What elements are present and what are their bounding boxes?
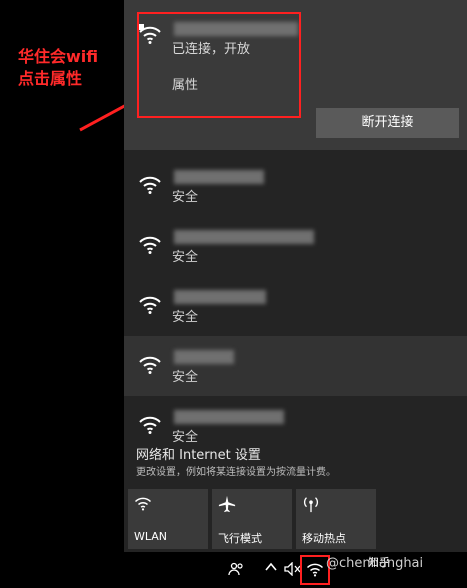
people-icon[interactable]	[228, 561, 244, 577]
tile-label: 飞行模式	[218, 532, 262, 545]
airplane-icon	[218, 495, 236, 513]
network-item[interactable]: 安全	[124, 276, 467, 336]
network-name-blurred	[174, 170, 264, 184]
security-label: 安全	[172, 310, 199, 325]
chevron-up-icon[interactable]	[264, 560, 278, 577]
tile-label: 移动热点	[302, 532, 346, 545]
wifi-icon	[139, 176, 161, 194]
network-item[interactable]: 安全	[124, 156, 467, 216]
wifi-icon	[139, 416, 161, 434]
watermark: @chenhanghai	[326, 556, 424, 571]
quick-action-hotspot[interactable]: 移动热点	[296, 489, 376, 549]
security-label: 安全	[172, 370, 199, 385]
network-name-blurred	[174, 230, 314, 244]
disconnect-button[interactable]: 断开连接	[316, 108, 459, 138]
wifi-icon	[139, 236, 161, 254]
network-name-blurred	[174, 290, 266, 304]
network-name-blurred	[174, 410, 284, 424]
security-label: 安全	[172, 430, 199, 445]
network-item[interactable]: 安全	[124, 216, 467, 276]
quick-action-airplane[interactable]: 飞行模式	[212, 489, 292, 549]
hotspot-icon	[304, 497, 318, 513]
network-settings-description: 更改设置，例如将某连接设置为按流量计费。	[136, 467, 336, 478]
network-name-blurred	[174, 350, 234, 364]
network-settings-link[interactable]: 网络和 Internet 设置	[136, 444, 261, 463]
annotation-line-1: 华住会wifi	[18, 47, 99, 66]
wifi-icon	[139, 296, 161, 314]
highlight-box	[137, 12, 301, 118]
wifi-icon	[134, 497, 152, 511]
security-label: 安全	[172, 250, 199, 265]
network-item[interactable]: 安全	[124, 336, 467, 396]
quick-action-wlan[interactable]: WLAN	[128, 489, 208, 549]
security-label: 安全	[172, 190, 199, 205]
tile-label: WLAN	[134, 530, 168, 543]
wifi-icon	[139, 356, 161, 374]
